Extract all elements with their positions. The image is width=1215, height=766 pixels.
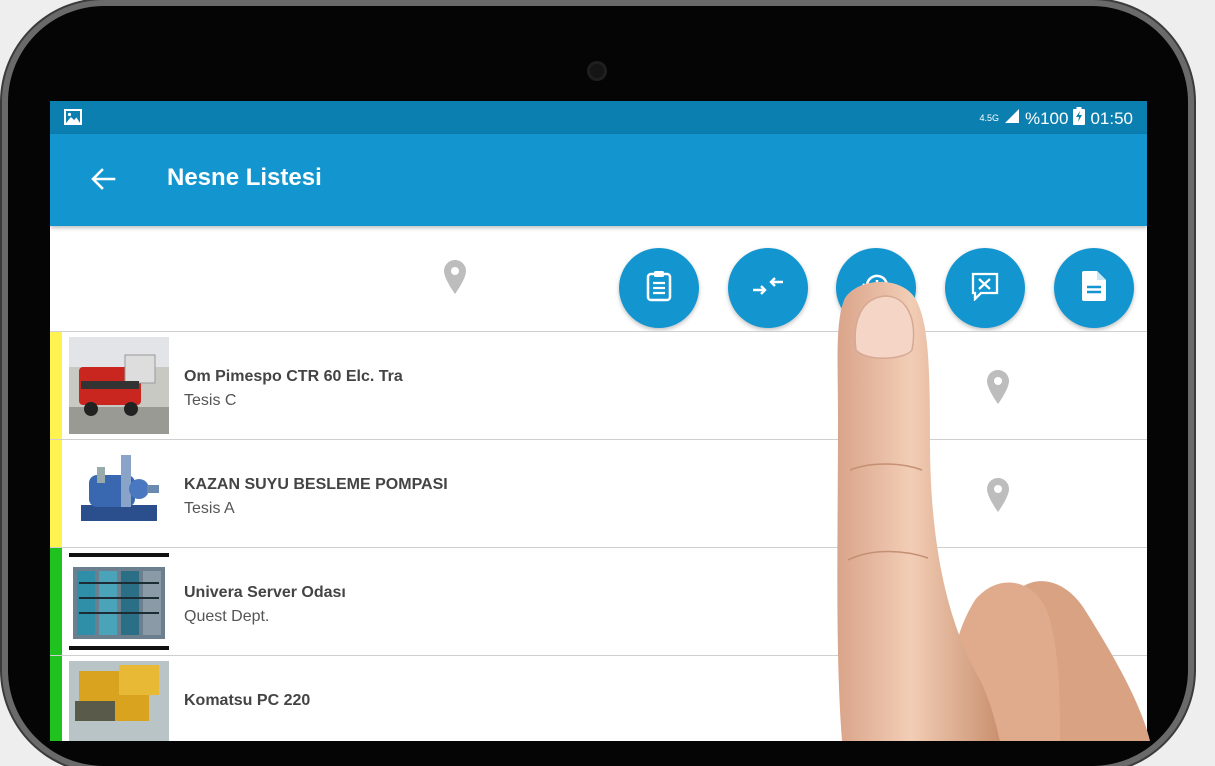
pointing-finger-overlay bbox=[837, 281, 1150, 741]
